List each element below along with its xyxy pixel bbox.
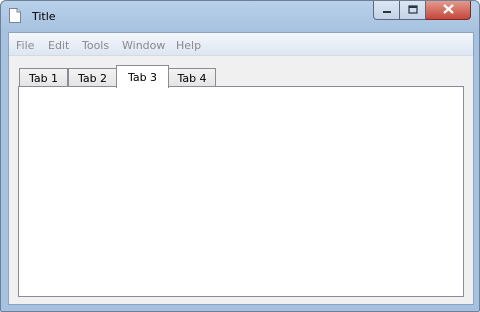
tab-label: Tab 2 [77,71,108,85]
maximize-icon [407,4,418,17]
close-button[interactable] [426,1,471,20]
maximize-button[interactable] [400,1,426,20]
minimize-button[interactable] [373,1,400,20]
minimize-icon [382,4,392,17]
menu-tools[interactable]: Tools [82,39,109,52]
caption-buttons [373,1,471,20]
tab-content-panel [18,86,464,297]
app-window: Title File Edit Tools Window Help Tab 1 … [0,0,480,312]
title-bar[interactable]: Title [1,1,479,31]
document-icon[interactable] [9,8,21,23]
tab-label: Tab 3 [127,70,158,84]
tab-4[interactable]: Tab 4 [168,68,216,87]
client-area: File Edit Tools Window Help Tab 1 Tab 2 … [8,32,474,305]
tab-label: Tab 1 [28,71,59,85]
menu-edit[interactable]: Edit [48,39,69,52]
tab-label: Tab 4 [177,71,207,85]
tab-1[interactable]: Tab 1 [19,68,68,87]
menu-bar: File Edit Tools Window Help [9,33,473,56]
tab-2[interactable]: Tab 2 [68,68,117,87]
menu-file[interactable]: File [16,39,34,52]
tab-3[interactable]: Tab 3 [116,65,169,88]
close-icon [442,3,454,17]
menu-help[interactable]: Help [176,39,201,52]
menu-window[interactable]: Window [122,39,165,52]
window-title: Title [32,10,56,23]
